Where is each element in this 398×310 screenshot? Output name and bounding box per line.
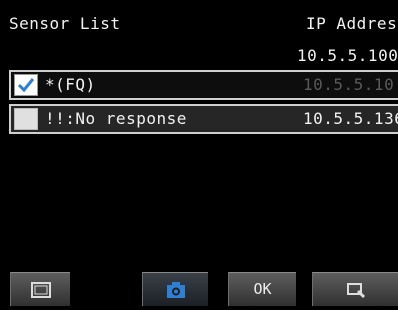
fullscreen-button[interactable] [10,272,70,306]
camera-icon [166,282,185,298]
checkmark-icon [17,78,35,93]
sensor-row[interactable]: *(FQ) 10.5.5.10 [9,70,398,100]
sensor-row[interactable]: !!:No response 10.5.5.136 [9,104,398,134]
zoom-button[interactable] [312,272,398,306]
sensor-name: !!:No response [45,109,187,128]
local-ip-address: 10.5.5.100 [297,46,398,65]
sensor-checkbox[interactable] [14,74,38,96]
sensor-ip: 10.5.5.10 [303,75,395,94]
sensor-checkbox[interactable] [14,108,38,130]
bottom-toolbar: OK [0,272,398,306]
sensor-name: *(FQ) [45,75,96,94]
camera-button[interactable] [142,272,208,306]
header-bar: Sensor List IP Address [9,14,398,34]
fullscreen-icon [30,282,51,298]
ok-button[interactable]: OK [228,272,296,306]
page-title: Sensor List [9,14,121,33]
ip-column-header: IP Address [306,14,398,33]
zoom-icon [346,283,365,299]
sensor-ip: 10.5.5.136 [303,109,398,128]
